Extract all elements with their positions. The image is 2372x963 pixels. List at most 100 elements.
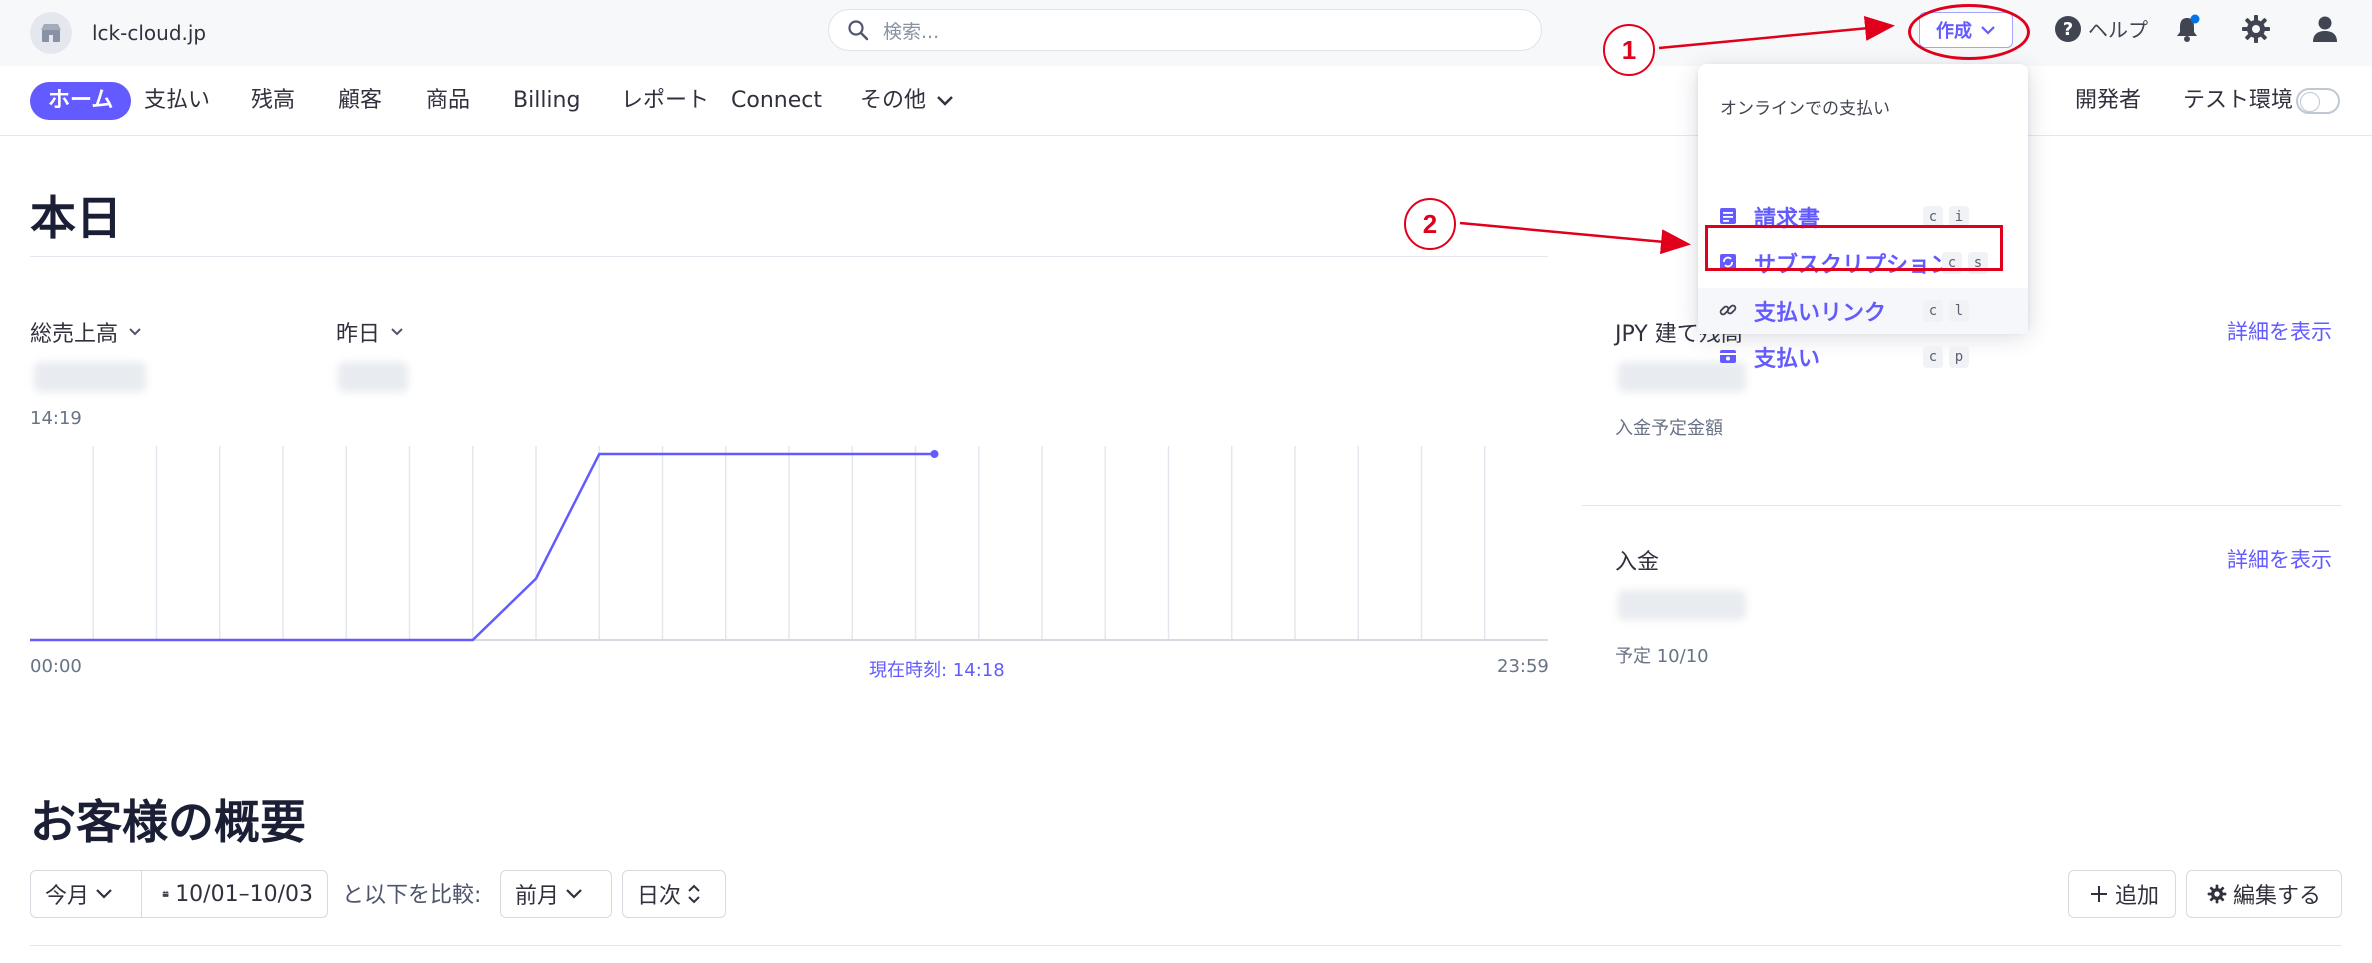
store-icon <box>30 12 72 54</box>
plus-icon <box>2091 886 2107 902</box>
nav-item-more[interactable]: その他 <box>860 82 954 120</box>
nav-item-products[interactable]: 商品 <box>426 82 470 120</box>
nav-item-reports[interactable]: レポート <box>621 82 709 120</box>
test-mode-toggle[interactable] <box>2296 88 2340 114</box>
shortcut-key: i <box>1949 206 1969 228</box>
side-divider <box>1582 505 2342 506</box>
account-switcher[interactable]: lck-cloud.jp <box>30 12 206 54</box>
shortcut-key: c <box>1923 206 1943 228</box>
payment-icon <box>1720 350 1736 363</box>
create-menu-item-payment-link[interactable]: 支払いリンク c l <box>1698 288 2028 334</box>
help-icon: ? <box>2055 15 2081 42</box>
create-menu-item-payment[interactable]: 支払い c p <box>1698 336 2028 378</box>
link-icon <box>1719 304 1737 316</box>
create-menu-item-invoice[interactable]: 請求書 c i <box>1698 194 2028 240</box>
create-menu-item-label: 支払いリンク <box>1754 301 1887 326</box>
compare-text: と以下を比較: <box>342 883 482 908</box>
chevron-down-icon <box>566 889 582 899</box>
shortcut-key: p <box>1949 346 1969 368</box>
create-menu-item-label: 請求書 <box>1754 207 1821 232</box>
invoice-icon <box>1720 208 1736 224</box>
user-icon <box>2313 16 2337 42</box>
yesterday-value-redacted <box>338 362 408 392</box>
gear-icon <box>2207 884 2227 904</box>
nav-item-developers[interactable]: 開発者 <box>2075 82 2141 120</box>
shortcut-key: c <box>1942 252 1962 274</box>
payouts-sub-label: 予定 10/10 <box>1615 646 1709 667</box>
help-label: ヘルプ <box>2088 18 2148 42</box>
payouts-details-link[interactable]: 詳細を表示 <box>2227 544 2332 574</box>
interval-select[interactable]: 日次 <box>622 870 726 918</box>
nav-more-label: その他 <box>860 88 927 113</box>
overview-title: お客様の概要 <box>30 795 306 849</box>
nav-item-payments[interactable]: 支払い <box>144 82 210 120</box>
chart-current-point <box>930 450 939 458</box>
interval-select-label: 日次 <box>637 884 682 909</box>
nav-item-home[interactable]: ホーム <box>30 82 132 120</box>
gear-icon <box>2242 15 2270 43</box>
notifications-button[interactable] <box>2172 14 2202 48</box>
chevron-down-icon <box>129 328 141 336</box>
date-range-picker[interactable]: 10/01–10/03 <box>141 870 328 918</box>
gross-volume-label: 総売上高 <box>30 322 119 347</box>
edit-button-label: 編集する <box>2233 884 2322 909</box>
balance-details-link[interactable]: 詳細を表示 <box>2227 316 2332 346</box>
create-button-label: 作成 <box>1936 21 1972 42</box>
annotation-arrow-2 <box>1459 221 1691 255</box>
create-menu-item-subscription[interactable]: サブスクリプション c s <box>1698 240 2028 286</box>
gross-volume-selector[interactable]: 総売上高 <box>30 316 142 348</box>
profile-button[interactable] <box>2310 14 2340 48</box>
settings-button[interactable] <box>2241 14 2271 48</box>
create-menu-item-label: 支払い <box>1754 347 1821 372</box>
chart-end-time: 23:59 <box>1497 656 1549 677</box>
nav-item-billing[interactable]: Billing <box>513 82 580 120</box>
calendar-icon <box>162 890 169 897</box>
period-select[interactable]: 今月 <box>30 870 142 918</box>
add-button-label: 追加 <box>2115 884 2160 909</box>
current-time: 14:19 <box>30 408 82 429</box>
yesterday-label: 昨日 <box>336 322 381 347</box>
nav-item-connect[interactable]: Connect <box>731 82 822 120</box>
nav-item-balances[interactable]: 残高 <box>251 82 295 120</box>
payouts-title: 入金 <box>1615 550 1660 575</box>
search-input[interactable]: 検索... <box>828 9 1542 51</box>
create-menu-item-label: サブスクリプション <box>1754 253 1953 278</box>
subscription-icon <box>1720 254 1736 270</box>
svg-text:?: ? <box>2063 19 2073 40</box>
bell-icon <box>2177 14 2200 42</box>
shortcut-key: c <box>1923 300 1943 322</box>
search-placeholder: 検索... <box>883 20 940 43</box>
create-button[interactable]: 作成 <box>1919 12 2013 48</box>
create-menu-heading: オンラインでの支払い <box>1720 99 1890 119</box>
shortcut-key: l <box>1949 300 1969 322</box>
page-title: 本日 <box>30 191 122 245</box>
chevron-down-icon <box>1981 26 1995 35</box>
balance-sub-label: 入金予定金額 <box>1615 418 1723 439</box>
payouts-value-redacted <box>1618 590 1746 620</box>
account-name: lck-cloud.jp <box>92 21 207 45</box>
yesterday-selector[interactable]: 昨日 <box>336 316 404 348</box>
shortcut-key: c <box>1923 346 1943 368</box>
search-icon <box>848 20 869 41</box>
chevron-down-icon <box>391 328 403 336</box>
compare-select-label: 前月 <box>515 884 560 909</box>
nav-item-customers[interactable]: 顧客 <box>338 82 382 120</box>
chart-now-label: 現在時刻: 14:18 <box>869 660 1005 681</box>
shortcut-key: s <box>1968 252 1988 274</box>
edit-button[interactable]: 編集する <box>2186 870 2342 918</box>
chevron-updown-icon <box>688 884 700 904</box>
add-button[interactable]: 追加 <box>2068 870 2176 918</box>
section-divider <box>30 256 1548 257</box>
chart-series-line <box>30 452 935 642</box>
bottom-divider <box>30 945 2342 946</box>
gross-volume-value-redacted <box>34 362 146 392</box>
compare-select[interactable]: 前月 <box>500 870 612 918</box>
top-bar: lck-cloud.jp 検索... 作成 ? ヘルプ <box>0 0 2372 66</box>
help-button[interactable]: ? ヘルプ <box>2054 14 2148 43</box>
test-mode-label: テスト環境 <box>2183 88 2294 113</box>
chart-start-time: 00:00 <box>30 656 82 677</box>
period-select-label: 今月 <box>45 884 90 909</box>
annotation-step-2: 2 <box>1404 198 1456 250</box>
gross-volume-chart <box>30 446 1548 642</box>
chevron-down-icon <box>96 889 112 899</box>
